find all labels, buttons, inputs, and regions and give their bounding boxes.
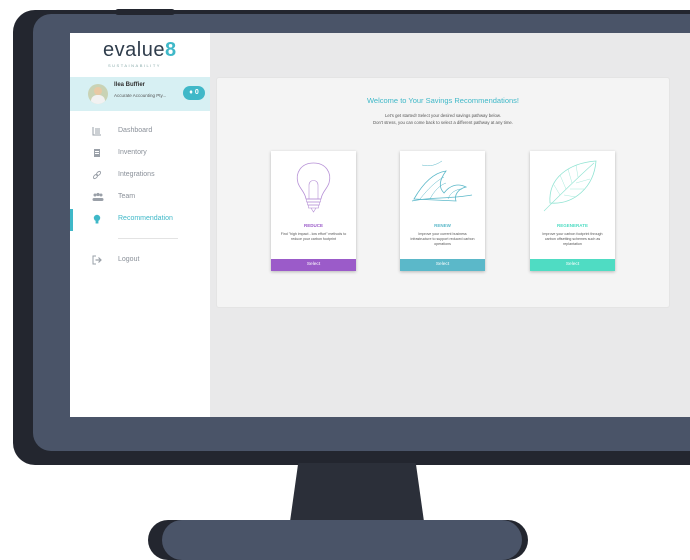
monitor-top-edge bbox=[115, 9, 175, 15]
page-title: Welcome to Your Savings Recommendations! bbox=[366, 96, 520, 105]
sidebar-item-integrations[interactable]: Integrations bbox=[70, 167, 210, 185]
select-renew-button[interactable]: Select bbox=[400, 259, 485, 271]
sidebar: evalue8 SUSTAINABILITY Ilea Buffier Accu… bbox=[70, 33, 210, 417]
card-title: REGENERATE bbox=[557, 223, 588, 228]
card-title: RENEW bbox=[434, 223, 451, 228]
app-screen: evalue8 SUSTAINABILITY Ilea Buffier Accu… bbox=[70, 33, 690, 417]
logout-icon bbox=[92, 255, 102, 266]
main-content: Welcome to Your Savings Recommendations!… bbox=[210, 33, 690, 417]
wave-icon bbox=[400, 155, 485, 217]
active-indicator bbox=[70, 209, 73, 231]
pathway-card-renew[interactable]: RENEW Improve your current business infr… bbox=[400, 151, 485, 271]
notifications-button[interactable]: ♦ 0 bbox=[183, 86, 205, 100]
sidebar-item-label: Inventory bbox=[118, 149, 147, 156]
sidebar-item-label: Recommendation bbox=[118, 215, 173, 222]
link-icon bbox=[92, 170, 102, 181]
sidebar-item-logout[interactable]: Logout bbox=[70, 252, 210, 270]
user-company: Accurate Accounting Pty... bbox=[114, 93, 167, 98]
card-description: Improve your carbon footprint through ca… bbox=[542, 232, 603, 246]
card-description: Find "high impact - low effort" methods … bbox=[280, 232, 347, 241]
leaf-icon bbox=[530, 155, 615, 217]
avatar-head bbox=[94, 87, 102, 95]
sidebar-item-label: Logout bbox=[118, 256, 140, 263]
bell-icon: ♦ bbox=[189, 89, 193, 96]
notification-count: 0 bbox=[194, 89, 199, 96]
recommendations-panel: Welcome to Your Savings Recommendations!… bbox=[216, 77, 670, 308]
team-icon bbox=[92, 192, 104, 203]
logo-subtitle: SUSTAINABILITY bbox=[108, 63, 161, 68]
sidebar-item-dashboard[interactable]: Dashboard bbox=[70, 123, 210, 141]
pathway-card-regenerate[interactable]: REGENERATE Improve your carbon footprint… bbox=[530, 151, 615, 271]
pathway-card-reduce[interactable]: REDUCE Find "high impact - low effort" m… bbox=[271, 151, 356, 271]
logo-text: evalue bbox=[103, 39, 165, 61]
avatar-body bbox=[91, 95, 105, 104]
lightbulb-icon bbox=[92, 214, 102, 225]
intro-text: Let's get started! Select your desired s… bbox=[385, 113, 501, 118]
card-description: Improve your current business infrastruc… bbox=[410, 232, 475, 246]
sidebar-item-recommendation[interactable]: Recommendation bbox=[70, 209, 210, 231]
monitor-stand-base bbox=[162, 520, 522, 560]
lightbulb-icon bbox=[271, 155, 356, 217]
sidebar-item-label: Team bbox=[118, 193, 136, 200]
select-regenerate-button[interactable]: Select bbox=[530, 259, 615, 271]
nav-divider bbox=[118, 238, 178, 239]
sidebar-item-label: Integrations bbox=[118, 171, 155, 178]
dashboard-icon bbox=[92, 126, 102, 137]
sidebar-item-team[interactable]: Team bbox=[70, 189, 210, 207]
user-card[interactable]: Ilea Buffier Accurate Accounting Pty... … bbox=[70, 77, 210, 111]
inventory-icon bbox=[92, 148, 102, 159]
sidebar-item-inventory[interactable]: Inventory bbox=[70, 145, 210, 163]
card-title: REDUCE bbox=[303, 223, 323, 228]
select-reduce-button[interactable]: Select bbox=[271, 259, 356, 271]
logo-mark: 8 bbox=[164, 39, 177, 61]
avatar[interactable] bbox=[88, 84, 108, 104]
sidebar-item-label: Dashboard bbox=[118, 127, 153, 134]
intro-text-secondary: Don't stress, you can come back to selec… bbox=[373, 120, 513, 125]
user-name: Ilea Buffier bbox=[114, 82, 146, 88]
